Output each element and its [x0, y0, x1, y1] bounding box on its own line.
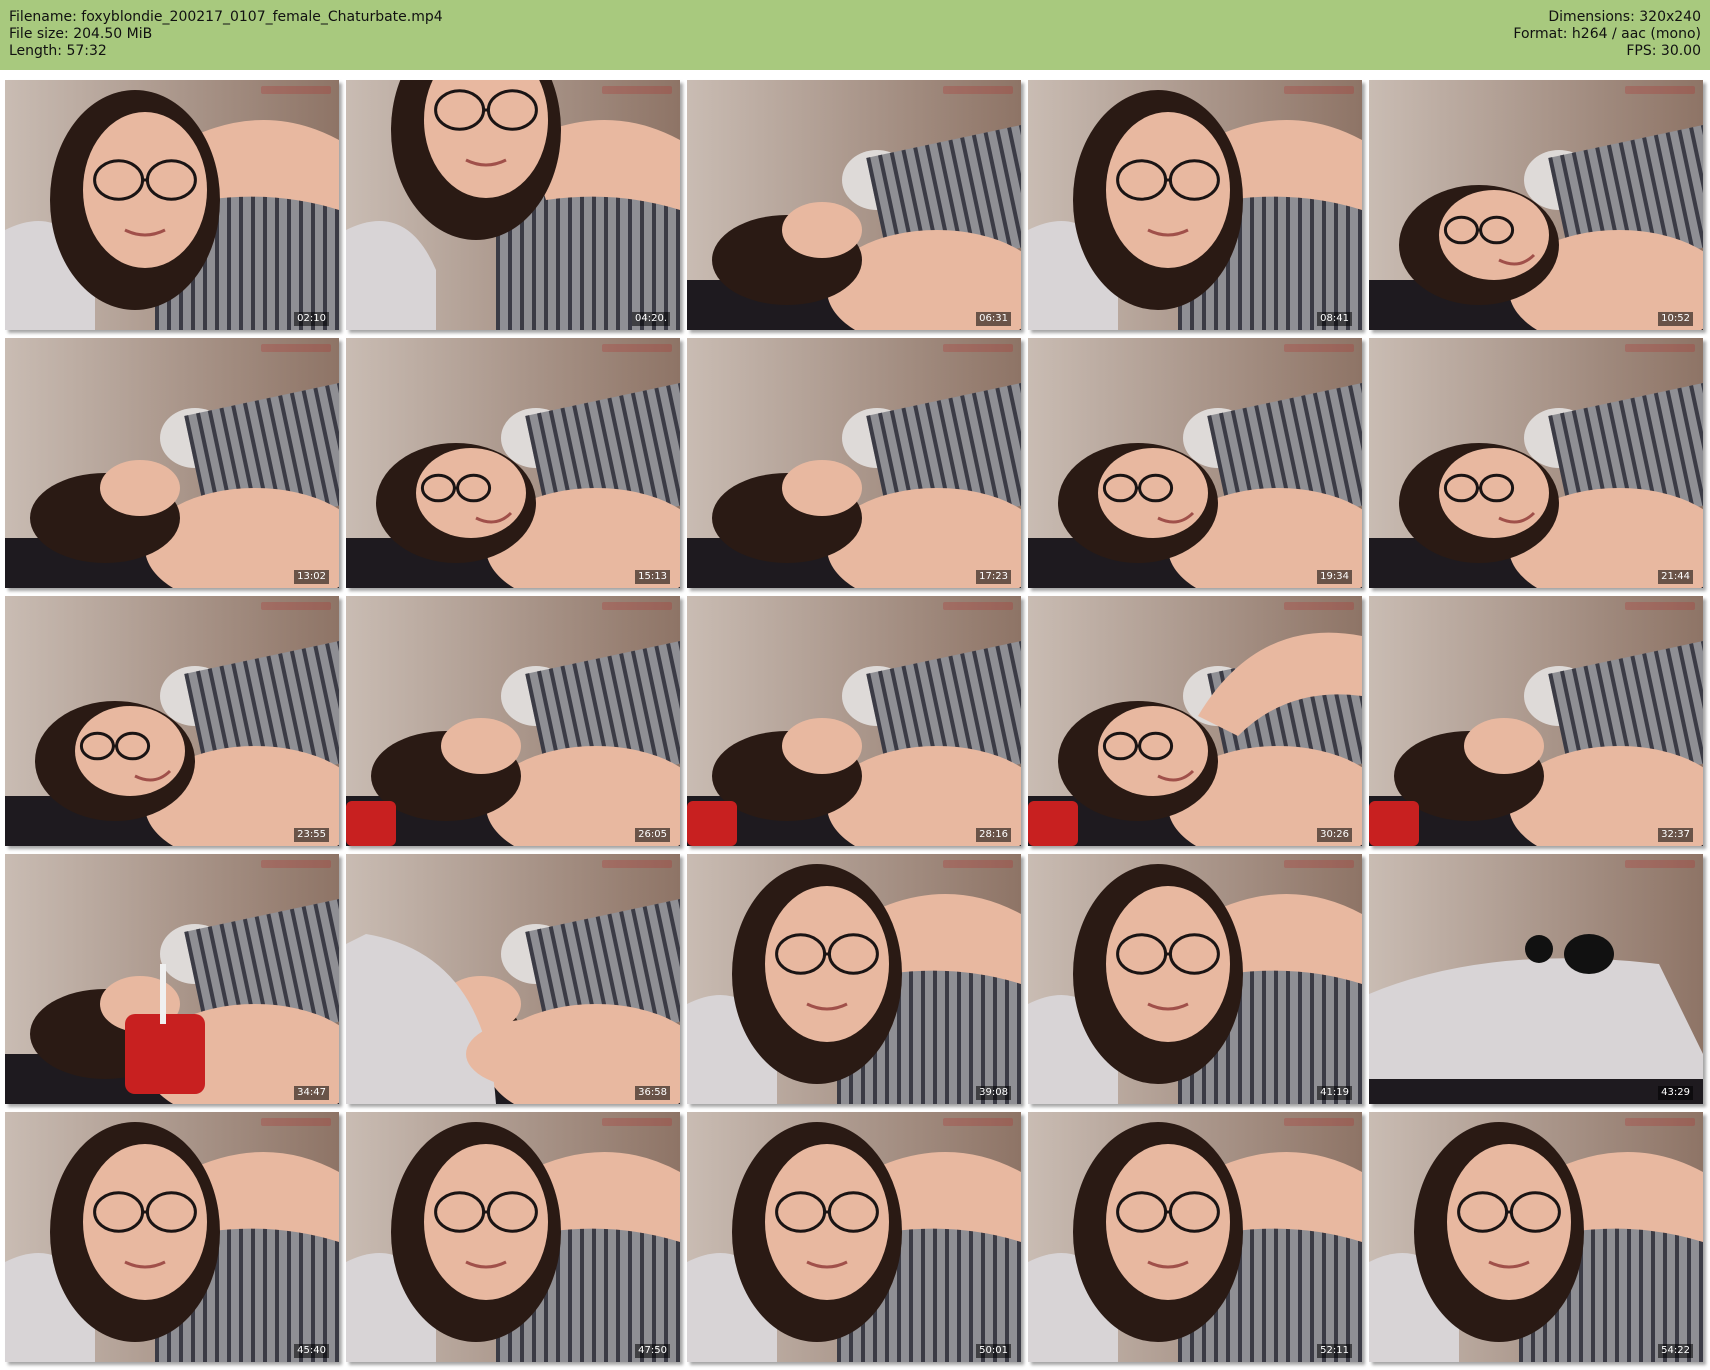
timestamp-label: 15:13: [635, 570, 670, 584]
video-thumbnail: 45:40: [5, 1112, 339, 1362]
timestamp-label: 06:31: [976, 312, 1011, 326]
timestamp-label: 30:26: [1317, 828, 1352, 842]
watermark-mark: [602, 86, 672, 94]
video-thumbnail: 28:16: [687, 596, 1021, 846]
video-thumbnail: 50:01: [687, 1112, 1021, 1362]
watermark-mark: [602, 344, 672, 352]
video-thumbnail: 43:29: [1369, 854, 1703, 1104]
timestamp-label: 32:37: [1658, 828, 1693, 842]
timestamp-label: 10:52: [1658, 312, 1693, 326]
watermark-mark: [261, 602, 331, 610]
watermark-mark: [1625, 860, 1695, 868]
watermark-mark: [602, 1118, 672, 1126]
watermark-mark: [1284, 1118, 1354, 1126]
video-thumbnail: 54:22: [1369, 1112, 1703, 1362]
watermark-mark: [261, 86, 331, 94]
format-label: Format: h264 / aac (mono): [1513, 26, 1701, 42]
watermark-mark: [1625, 86, 1695, 94]
video-thumbnail: 47:50: [346, 1112, 680, 1362]
timestamp-label: 28:16: [976, 828, 1011, 842]
timestamp-label: 54:22: [1658, 1344, 1693, 1358]
video-thumbnail: 34:47: [5, 854, 339, 1104]
video-thumbnail: 13:02: [5, 338, 339, 588]
timestamp-label: 19:34: [1317, 570, 1352, 584]
timestamp-label: 26:05: [635, 828, 670, 842]
watermark-mark: [943, 602, 1013, 610]
watermark-mark: [1625, 1118, 1695, 1126]
watermark-mark: [943, 860, 1013, 868]
timestamp-label: 43:29: [1658, 1086, 1693, 1100]
video-thumbnail: 02:10: [5, 80, 339, 330]
video-thumbnail: 52:11: [1028, 1112, 1362, 1362]
filename-label: Filename: foxyblondie_200217_0107_female…: [9, 9, 443, 25]
timestamp-label: 23:55: [294, 828, 329, 842]
watermark-mark: [261, 860, 331, 868]
header-left-info: Filename: foxyblondie_200217_0107_female…: [9, 9, 443, 60]
video-thumbnail: 17:23: [687, 338, 1021, 588]
watermark-mark: [943, 86, 1013, 94]
header-right-info: Dimensions: 320x240 Format: h264 / aac (…: [1513, 9, 1701, 60]
video-thumbnail: 10:52: [1369, 80, 1703, 330]
watermark-mark: [1284, 602, 1354, 610]
timestamp-label: 36:58: [635, 1086, 670, 1100]
video-thumbnail: 06:31: [687, 80, 1021, 330]
timestamp-label: 21:44: [1658, 570, 1693, 584]
timestamp-label: 39:08: [976, 1086, 1011, 1100]
watermark-mark: [943, 1118, 1013, 1126]
timestamp-label: 47:50: [635, 1344, 670, 1358]
video-thumbnail: 41:19: [1028, 854, 1362, 1104]
timestamp-label: 08:41: [1317, 312, 1352, 326]
timestamp-label: 02:10: [294, 312, 329, 326]
thumbnail-grid: 02:10 04:20. 06:31 08:41 10:52 13:02 15:13 17:2…: [0, 70, 1710, 1370]
timestamp-label: 50:01: [976, 1344, 1011, 1358]
info-header: Filename: foxyblondie_200217_0107_female…: [0, 0, 1710, 70]
video-thumbnail: 30:26: [1028, 596, 1362, 846]
watermark-mark: [602, 602, 672, 610]
watermark-mark: [261, 344, 331, 352]
watermark-mark: [1284, 860, 1354, 868]
timestamp-label: 45:40: [294, 1344, 329, 1358]
video-thumbnail: 21:44: [1369, 338, 1703, 588]
timestamp-label: 04:20.: [632, 312, 670, 326]
watermark-mark: [602, 860, 672, 868]
video-thumbnail: 32:37: [1369, 596, 1703, 846]
watermark-mark: [1625, 602, 1695, 610]
video-thumbnail: 08:41: [1028, 80, 1362, 330]
video-thumbnail: 26:05: [346, 596, 680, 846]
video-thumbnail: 04:20.: [346, 80, 680, 330]
timestamp-label: 34:47: [294, 1086, 329, 1100]
timestamp-label: 17:23: [976, 570, 1011, 584]
timestamp-label: 13:02: [294, 570, 329, 584]
watermark-mark: [943, 344, 1013, 352]
video-thumbnail: 39:08: [687, 854, 1021, 1104]
watermark-mark: [1625, 344, 1695, 352]
filesize-label: File size: 204.50 MiB: [9, 26, 153, 42]
watermark-mark: [261, 1118, 331, 1126]
video-thumbnail: 36:58: [346, 854, 680, 1104]
timestamp-label: 41:19: [1317, 1086, 1352, 1100]
dimensions-label: Dimensions: 320x240: [1548, 9, 1701, 25]
video-thumbnail: 15:13: [346, 338, 680, 588]
timestamp-label: 52:11: [1317, 1344, 1352, 1358]
length-label: Length: 57:32: [9, 43, 107, 59]
video-thumbnail: 23:55: [5, 596, 339, 846]
video-thumbnail: 19:34: [1028, 338, 1362, 588]
watermark-mark: [1284, 86, 1354, 94]
fps-label: FPS: 30.00: [1626, 43, 1701, 59]
watermark-mark: [1284, 344, 1354, 352]
